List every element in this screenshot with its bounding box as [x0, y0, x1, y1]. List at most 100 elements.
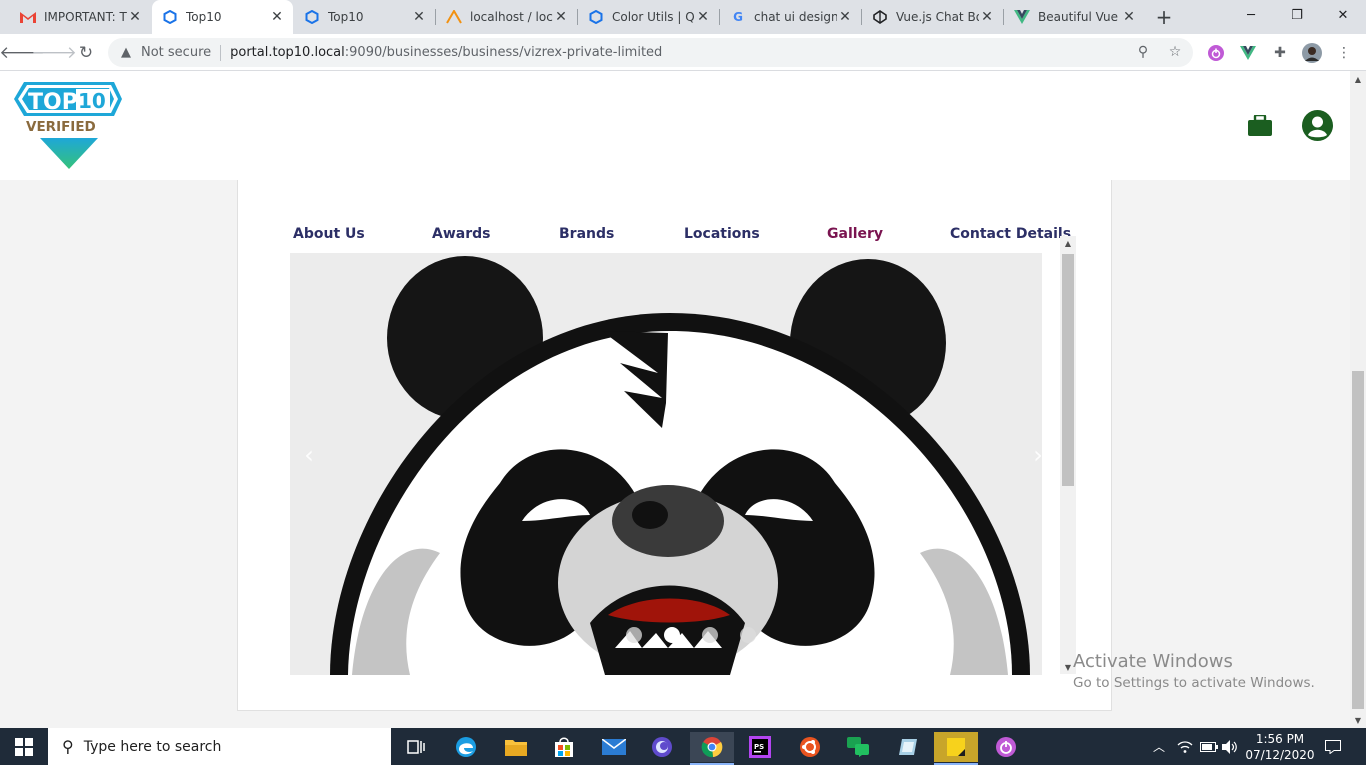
gallery-next-button[interactable]: › — [1026, 438, 1042, 472]
address-bar[interactable]: ▲ Not secure portal.top10.local:9090/bus… — [108, 38, 1193, 67]
taskbar-clock[interactable]: 1:56 PM 07/12/2020 — [1240, 731, 1320, 763]
store-icon[interactable] — [542, 732, 586, 762]
mail-icon[interactable] — [592, 732, 636, 762]
tab-about-us[interactable]: About Us — [293, 226, 365, 242]
logo-verified-text: VERIFIED — [26, 119, 96, 135]
user-account-icon[interactable] — [1302, 110, 1333, 141]
close-tab-icon[interactable]: ✕ — [695, 9, 711, 25]
browser-tab[interactable]: Color Utils | Qu ✕ — [578, 0, 719, 34]
gallery-prev-button[interactable]: ‹ — [297, 438, 321, 472]
tab-title: Vue.js Chat Bo — [896, 10, 979, 24]
briefcase-icon[interactable] — [1248, 115, 1272, 136]
minimize-button[interactable]: ─ — [1228, 0, 1274, 30]
close-window-button[interactable]: ✕ — [1320, 0, 1366, 30]
scroll-down-arrow[interactable]: ▼ — [1350, 712, 1366, 728]
browser-tab[interactable]: IMPORTANT: T ✕ — [10, 0, 151, 34]
scroll-up-arrow[interactable]: ▲ — [1350, 71, 1366, 87]
logo-top-text: TOP — [28, 90, 78, 115]
close-tab-icon[interactable]: ✕ — [837, 9, 853, 25]
tab-gallery[interactable]: Gallery — [827, 226, 883, 242]
wifi-icon[interactable] — [1174, 728, 1196, 765]
ubuntu-icon[interactable] — [788, 732, 832, 762]
scrollbar-thumb[interactable] — [1352, 371, 1364, 709]
browser-tab[interactable]: Vue.js Chat Bo ✕ — [862, 0, 1003, 34]
firefox-dev-icon[interactable] — [640, 732, 684, 762]
vue-devtools-icon[interactable] — [1238, 43, 1258, 63]
chat-app-icon[interactable] — [836, 732, 880, 762]
close-tab-icon[interactable]: ✕ — [269, 9, 285, 25]
browser-tab[interactable]: Top10 ✕ — [152, 0, 293, 34]
chrome-icon[interactable] — [690, 732, 734, 765]
battery-icon[interactable] — [1198, 728, 1220, 765]
tab-contact-details[interactable]: Contact Details — [950, 226, 1071, 242]
scroll-up-arrow[interactable]: ▲ — [1060, 236, 1076, 250]
edge-icon[interactable] — [444, 732, 488, 762]
site-header: TOP 10 VERIFIED — [0, 71, 1350, 180]
security-label[interactable]: Not secure — [141, 45, 211, 60]
reload-button[interactable]: ↻ — [72, 39, 100, 67]
browser-tab-strip: IMPORTANT: T ✕ Top10 ✕ Top10 ✕ localhost… — [0, 0, 1366, 34]
task-view-icon[interactable] — [394, 732, 438, 762]
gallery-indicator[interactable] — [626, 627, 642, 643]
restore-button[interactable]: ❐ — [1274, 0, 1320, 30]
gallery-indicators — [626, 627, 756, 643]
search-placeholder: Type here to search — [83, 738, 222, 755]
windows-start-button[interactable] — [0, 728, 48, 765]
divider — [220, 44, 222, 61]
google-icon: G — [733, 10, 743, 24]
sticky-notes-icon[interactable] — [934, 732, 978, 765]
gallery-indicator[interactable] — [702, 627, 718, 643]
notifications-icon[interactable] — [1322, 728, 1344, 765]
page-scrollbar[interactable]: ▲ ▼ — [1350, 71, 1366, 728]
warning-icon[interactable]: ▲ — [118, 45, 134, 60]
new-tab-button[interactable]: + — [1153, 5, 1175, 29]
file-explorer-icon[interactable] — [494, 732, 538, 762]
codepen-icon — [872, 9, 888, 25]
volume-icon[interactable] — [1220, 728, 1240, 765]
close-tab-icon[interactable]: ✕ — [1121, 9, 1137, 25]
close-tab-icon[interactable]: ✕ — [553, 9, 569, 25]
top10-icon — [304, 9, 320, 25]
notepad-icon[interactable] — [886, 732, 930, 762]
close-tab-icon[interactable]: ✕ — [127, 9, 143, 25]
tab-title: chat ui design — [754, 10, 837, 24]
scrollbar-thumb[interactable] — [1062, 254, 1074, 486]
extensions-puzzle-icon[interactable]: ✚ — [1270, 43, 1290, 63]
browser-tab[interactable]: G chat ui design ✕ — [720, 0, 861, 34]
logo-number-text: 10 — [78, 89, 106, 113]
tab-brands[interactable]: Brands — [559, 226, 614, 242]
url-path: :9090/businesses/business/vizrex-private… — [344, 45, 663, 60]
tab-title: Color Utils | Qu — [612, 10, 695, 24]
close-tab-icon[interactable]: ✕ — [979, 9, 995, 25]
gmail-icon — [20, 9, 36, 25]
tab-title: Top10 — [186, 10, 222, 24]
tab-title: Top10 — [328, 10, 364, 24]
top10-verified-logo[interactable]: TOP 10 VERIFIED — [14, 81, 124, 171]
bookmark-star-icon[interactable]: ☆ — [1166, 43, 1184, 61]
browser-tab[interactable]: Beautiful Vue C ✕ — [1004, 0, 1145, 34]
phpstorm-icon[interactable]: PS — [738, 732, 782, 762]
close-tab-icon[interactable]: ✕ — [411, 9, 427, 25]
tab-title: Beautiful Vue C — [1038, 10, 1121, 24]
browser-tab[interactable]: localhost / loc ✕ — [436, 0, 577, 34]
clock-date: 07/12/2020 — [1245, 748, 1315, 762]
extension-power-icon[interactable] — [1206, 43, 1226, 63]
zoom-icon[interactable]: ⚲ — [1134, 43, 1152, 61]
gallery-indicator[interactable] — [740, 627, 756, 643]
power-extension-icon[interactable] — [984, 732, 1028, 762]
tab-title: IMPORTANT: T — [44, 10, 127, 24]
show-hidden-icons-chevron-icon[interactable]: ︿ — [1150, 728, 1168, 765]
tab-locations[interactable]: Locations — [684, 226, 760, 242]
taskbar-search-box[interactable]: ⚲ Type here to search — [48, 728, 391, 765]
phpmyadmin-icon — [446, 9, 462, 25]
windows-taskbar: ⚲ Type here to search PS ︿ 1:56 PM 07/12… — [0, 728, 1366, 765]
browser-tab[interactable]: Top10 ✕ — [294, 0, 435, 34]
gallery-indicator-active[interactable] — [664, 627, 680, 643]
gallery-scrollbar[interactable]: ▲ ▼ — [1060, 236, 1076, 674]
gallery-carousel[interactable]: ‹ › — [290, 253, 1042, 675]
search-icon: ⚲ — [62, 737, 74, 756]
browser-menu-icon[interactable]: ⋮ — [1334, 43, 1354, 63]
forward-button[interactable]: 🡒 — [31, 39, 77, 67]
profile-avatar[interactable] — [1302, 43, 1322, 63]
tab-awards[interactable]: Awards — [432, 226, 490, 242]
